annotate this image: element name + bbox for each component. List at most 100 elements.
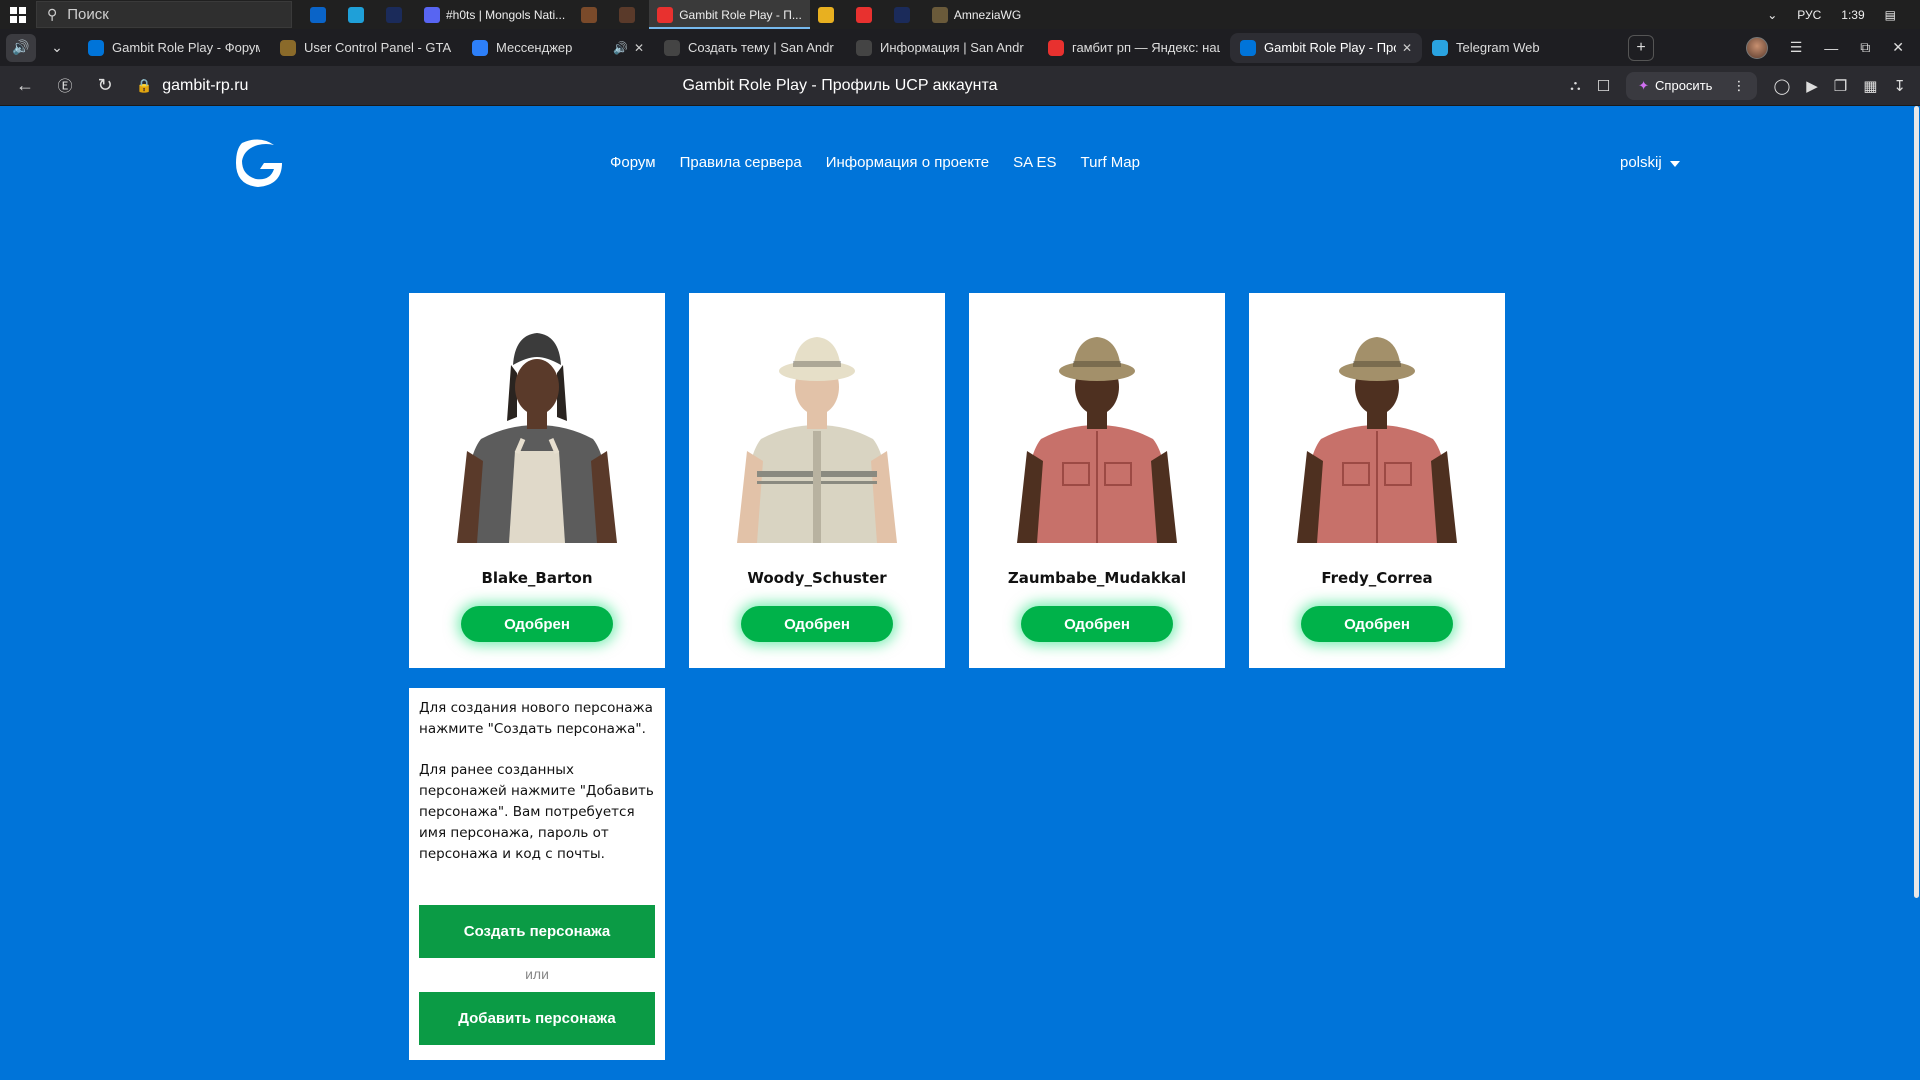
notifications-icon[interactable]: ▤ [1885,8,1896,22]
tabs-dropdown-icon[interactable]: ⌄ [42,34,72,62]
character-portrait [1017,337,1177,543]
taskbar-app-label: AmneziaWG [953,7,1022,22]
yandex-home-icon[interactable]: Ⓔ [50,71,80,101]
ask-button[interactable]: ✦ Спросить ⋮ [1626,71,1758,100]
close-icon[interactable]: ✕ [1892,39,1904,56]
extension-icon[interactable]: ▦ [1863,77,1877,95]
browser-tab[interactable]: Gambit Role Play - Проф ✕ [1230,32,1422,63]
taskbar-app[interactable]: Gambit Role Play - П... [649,0,810,29]
tab-title: Gambit Role Play - Форум [112,40,260,55]
character-card[interactable]: Fredy_Correa Одобрен [1249,293,1505,668]
character-portrait [1297,337,1457,543]
address-page-title: Gambit Role Play - Профиль UCP аккаунта [682,76,998,94]
tray-chevron-icon[interactable]: ⌄ [1767,8,1777,22]
more-icon[interactable]: ⋮ [1732,78,1745,94]
favicon-icon [1432,39,1448,56]
reload-icon[interactable]: ↻ [90,71,120,101]
tab-title: Создать тему | San Andr [688,40,834,55]
speaker-icon[interactable]: 🔊 [6,33,36,62]
create-character-button[interactable]: Создать персонажа [419,905,655,958]
game2-icon [619,6,636,23]
taskbar-app[interactable]: #h0ts | Mongols Nati... [416,0,573,29]
tab-title: Gambit Role Play - Проф [1264,40,1396,55]
taskbar-app[interactable] [302,0,340,29]
taskbar-app[interactable] [848,0,886,29]
taskbar-app[interactable] [810,0,848,29]
taskbar-app-label: #h0ts | Mongols Nati... [446,7,566,22]
bookmark-icon[interactable]: ☐ [1597,77,1610,95]
taskbar-search[interactable]: ⚲ Поиск [36,1,292,28]
taskbar-app[interactable]: AmneziaWG [924,0,1029,29]
nav-link[interactable]: Правила сервера [680,154,802,171]
nav-link[interactable]: Turf Map [1081,154,1140,171]
tab-title: User Control Panel - GTA [304,40,452,55]
nav-link[interactable]: Информация о проекте [826,154,989,171]
taskbar-search-placeholder: Поиск [67,6,109,23]
language-dropdown[interactable]: polskij [1620,154,1680,171]
collections-icon[interactable]: ❐ [1834,77,1847,95]
start-button[interactable] [0,0,36,29]
tab-title: гамбит рп — Яндекс: нашл [1072,40,1220,55]
browser-tab[interactable]: Мессенджер 🔊 ✕ [462,33,654,63]
character-card[interactable]: Blake_Barton Одобрен [409,293,665,668]
game-icon [581,6,598,23]
address-bar: ← Ⓔ ↻ 🔒 gambit-rp.ru Gambit Role Play - … [0,66,1920,106]
nav-link[interactable]: SA ES [1013,154,1056,171]
url-text: gambit-rp.ru [162,76,249,94]
character-list: Blake_Barton Одобрен Woody_Schuster Одоб… [409,293,1505,668]
minimize-icon[interactable]: — [1824,40,1838,56]
yandex-browser-icon [657,6,674,23]
taskbar-app[interactable] [378,0,416,29]
character-card[interactable]: Zaumbabe_Mudakkal Одобрен [969,293,1225,668]
tab-strip: Gambit Role Play - Форум User Control Pan… [78,29,1614,66]
browser-tab[interactable]: Информация | San Andr [846,33,1038,63]
photoshop-icon [893,6,910,23]
clock[interactable]: 1:39 [1841,8,1864,22]
nav-link[interactable]: Форум [610,154,656,171]
browser-tab[interactable]: Telegram Web [1422,33,1614,63]
back-icon[interactable]: ← [10,71,40,101]
download-icon[interactable]: ↧ [1893,77,1906,95]
tab-close-icon[interactable]: ✕ [634,41,644,55]
language-label: polskij [1620,154,1662,171]
taskbar-app[interactable] [611,0,649,29]
favicon-icon [664,39,680,56]
system-tray: ⌄ РУС 1:39 ▤ [1767,8,1920,22]
new-tab-button[interactable]: + [1628,34,1654,61]
restore-icon[interactable]: ⧉ [1860,39,1870,56]
input-language[interactable]: РУС [1797,8,1821,22]
approved-status-badge[interactable]: Одобрен [461,606,613,642]
taskbar-apps: #h0ts | Mongols Nati... Gambit Role Play … [302,0,1029,29]
taskbar-app[interactable] [340,0,378,29]
url-field[interactable]: 🔒 gambit-rp.ru [136,77,248,95]
favicon-icon [1240,39,1256,56]
approved-status-badge[interactable]: Одобрен [741,606,893,642]
translate-icon[interactable]: ⛬ [1570,77,1581,94]
browser-tab[interactable]: User Control Panel - GTA [270,33,462,63]
create-instructions: Для создания нового персонажа нажмите "С… [419,700,653,737]
create-character-panel: Для создания нового персонажа нажмите "С… [409,688,665,1060]
menu-icon[interactable]: ☰ [1790,39,1803,56]
tab-title: Telegram Web [1456,40,1540,55]
tab-title: Мессенджер [496,40,573,55]
tab-title: Информация | San Andr [880,40,1024,55]
media-icon[interactable]: ▶ [1806,77,1818,95]
approved-status-badge[interactable]: Одобрен [1021,606,1173,642]
globe-icon[interactable]: ◯ [1773,77,1790,95]
tab-audio-icon[interactable]: 🔊 [613,41,628,55]
outlook-icon [310,6,326,23]
scrollbar-thumb[interactable] [1914,106,1919,898]
browser-tab[interactable]: Создать тему | San Andr [654,33,846,63]
browser-tab[interactable]: гамбит рп — Яндекс: нашл [1038,33,1230,63]
character-card[interactable]: Woody_Schuster Одобрен [689,293,945,668]
browser-tab-bar: 🔊 ⌄ Gambit Role Play - Форум User Control… [0,29,1920,66]
approved-status-badge[interactable]: Одобрен [1301,606,1453,642]
tab-close-icon[interactable]: ✕ [1402,41,1412,55]
taskbar-app-label: Gambit Role Play - П... [679,7,802,22]
ask-button-label: Спросить [1655,78,1713,93]
profile-avatar[interactable] [1745,36,1768,59]
taskbar-app[interactable] [886,0,924,29]
taskbar-app[interactable] [573,0,611,29]
browser-tab[interactable]: Gambit Role Play - Форум [78,33,270,63]
add-character-button[interactable]: Добавить персонажа [419,992,655,1045]
